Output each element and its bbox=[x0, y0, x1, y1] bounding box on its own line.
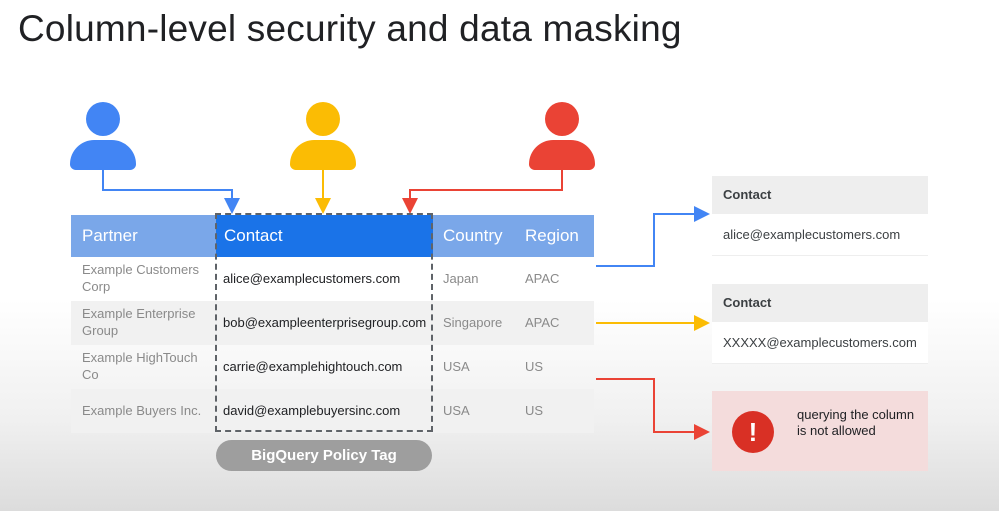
policy-tag-boundary bbox=[215, 213, 433, 432]
blue-result-arrow bbox=[596, 206, 710, 267]
red-result-arrow bbox=[596, 378, 710, 440]
result-value: XXXXX@examplecustomers.com bbox=[712, 322, 928, 364]
result-value: alice@examplecustomers.com bbox=[712, 214, 928, 256]
policy-tag-label: BigQuery Policy Tag bbox=[216, 440, 432, 471]
country-cell: USA bbox=[443, 402, 470, 418]
red-access-arrow bbox=[402, 168, 563, 214]
country-cell: Japan bbox=[443, 270, 479, 286]
partner-cell: Example Enterprise Group bbox=[82, 306, 196, 338]
full-access-result: Contact alice@examplecustomers.com bbox=[712, 176, 928, 256]
partner-cell: Example Buyers Inc. bbox=[82, 402, 202, 418]
region-cell: US bbox=[525, 402, 544, 418]
partner-cell: Example Customers Corp bbox=[82, 262, 200, 294]
country-cell: USA bbox=[443, 358, 470, 374]
result-header: Contact bbox=[712, 176, 928, 214]
result-header: Contact bbox=[712, 284, 928, 322]
region-cell: APAC bbox=[525, 314, 560, 330]
partner-cell: Example HighTouch Co bbox=[82, 350, 198, 382]
access-denied-result: ! querying the column is not allowed bbox=[712, 391, 928, 471]
masked-result: Contact XXXXX@examplecustomers.com bbox=[712, 284, 928, 364]
region-cell: US bbox=[525, 358, 544, 374]
header-region: Region bbox=[525, 226, 579, 245]
region-cell: APAC bbox=[525, 270, 560, 286]
header-country: Country bbox=[443, 226, 503, 245]
header-partner: Partner bbox=[82, 226, 138, 245]
blue-access-arrow bbox=[102, 168, 240, 214]
denied-message: querying the column is not allowed bbox=[797, 407, 915, 438]
country-cell: Singapore bbox=[443, 314, 503, 330]
alert-icon: ! bbox=[732, 411, 774, 453]
